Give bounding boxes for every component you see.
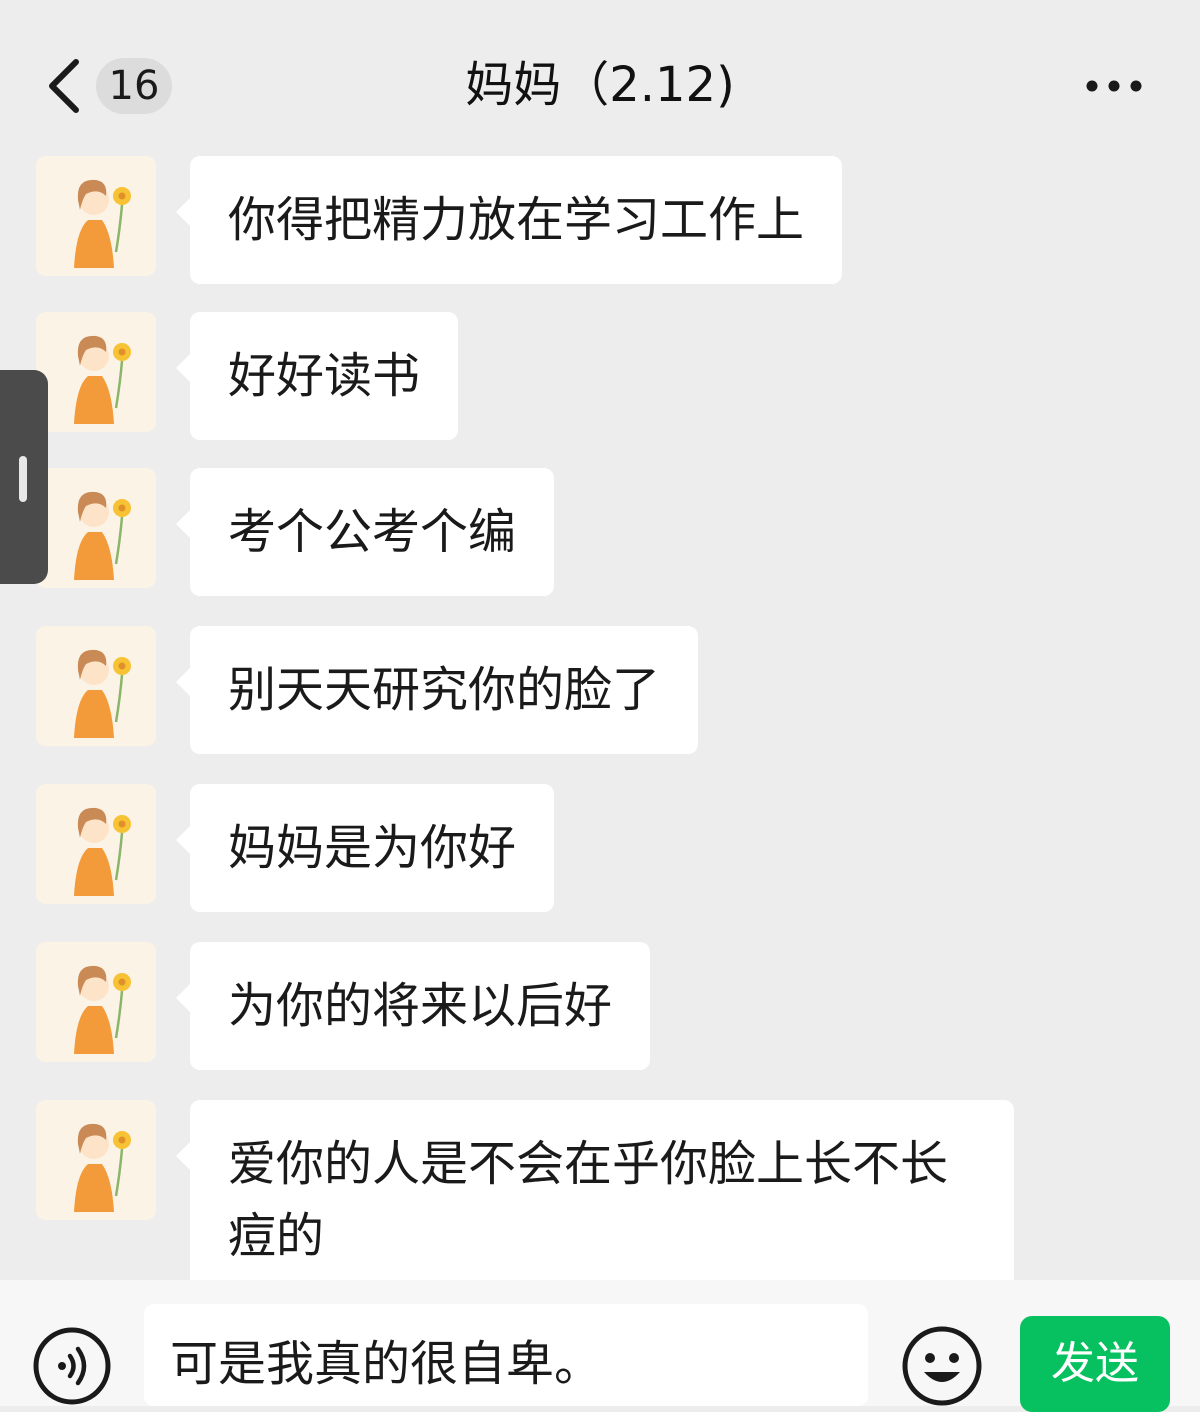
girl-with-flower-avatar-icon [36, 156, 156, 276]
girl-with-flower-avatar-icon [36, 784, 156, 904]
floating-side-handle[interactable] [0, 370, 48, 584]
message-bubble[interactable]: 好好读书 [175, 312, 459, 440]
avatar[interactable] [36, 1100, 156, 1220]
message-composer: 可是我真的很自卑。 发送 [0, 1280, 1200, 1412]
message-bubble[interactable]: 考个公考个编 [175, 468, 555, 596]
avatar[interactable] [36, 784, 156, 904]
message-bubble[interactable]: 为你的将来以后好 [175, 942, 651, 1070]
emoji-icon [902, 1326, 982, 1406]
emoji-button[interactable] [900, 1324, 984, 1408]
message-list[interactable]: 你得把精力放在学习工作上 好好读书 考个公考个编 别天天研究你的脸了 妈妈是为你… [0, 0, 1200, 1280]
message-bubble[interactable]: 爱你的人是不会在乎你脸上长不长痘的 [176, 1100, 1014, 1280]
voice-input-button[interactable] [32, 1326, 112, 1406]
message-bubble[interactable]: 妈妈是为你好 [175, 784, 555, 912]
girl-with-flower-avatar-icon [36, 312, 156, 432]
girl-with-flower-avatar-icon [36, 468, 156, 588]
message-input[interactable]: 可是我真的很自卑。 [144, 1304, 868, 1406]
girl-with-flower-avatar-icon [36, 1100, 156, 1220]
avatar[interactable] [36, 312, 156, 432]
avatar[interactable] [36, 156, 156, 276]
girl-with-flower-avatar-icon [36, 942, 156, 1062]
avatar[interactable] [36, 468, 156, 588]
handle-grip [19, 456, 27, 502]
voice-input-icon [33, 1327, 111, 1405]
avatar[interactable] [36, 942, 156, 1062]
send-button[interactable]: 发送 [1020, 1316, 1170, 1412]
girl-with-flower-avatar-icon [36, 626, 156, 746]
message-bubble[interactable]: 你得把精力放在学习工作上 [175, 156, 843, 284]
avatar[interactable] [36, 626, 156, 746]
message-bubble[interactable]: 别天天研究你的脸了 [175, 626, 699, 754]
